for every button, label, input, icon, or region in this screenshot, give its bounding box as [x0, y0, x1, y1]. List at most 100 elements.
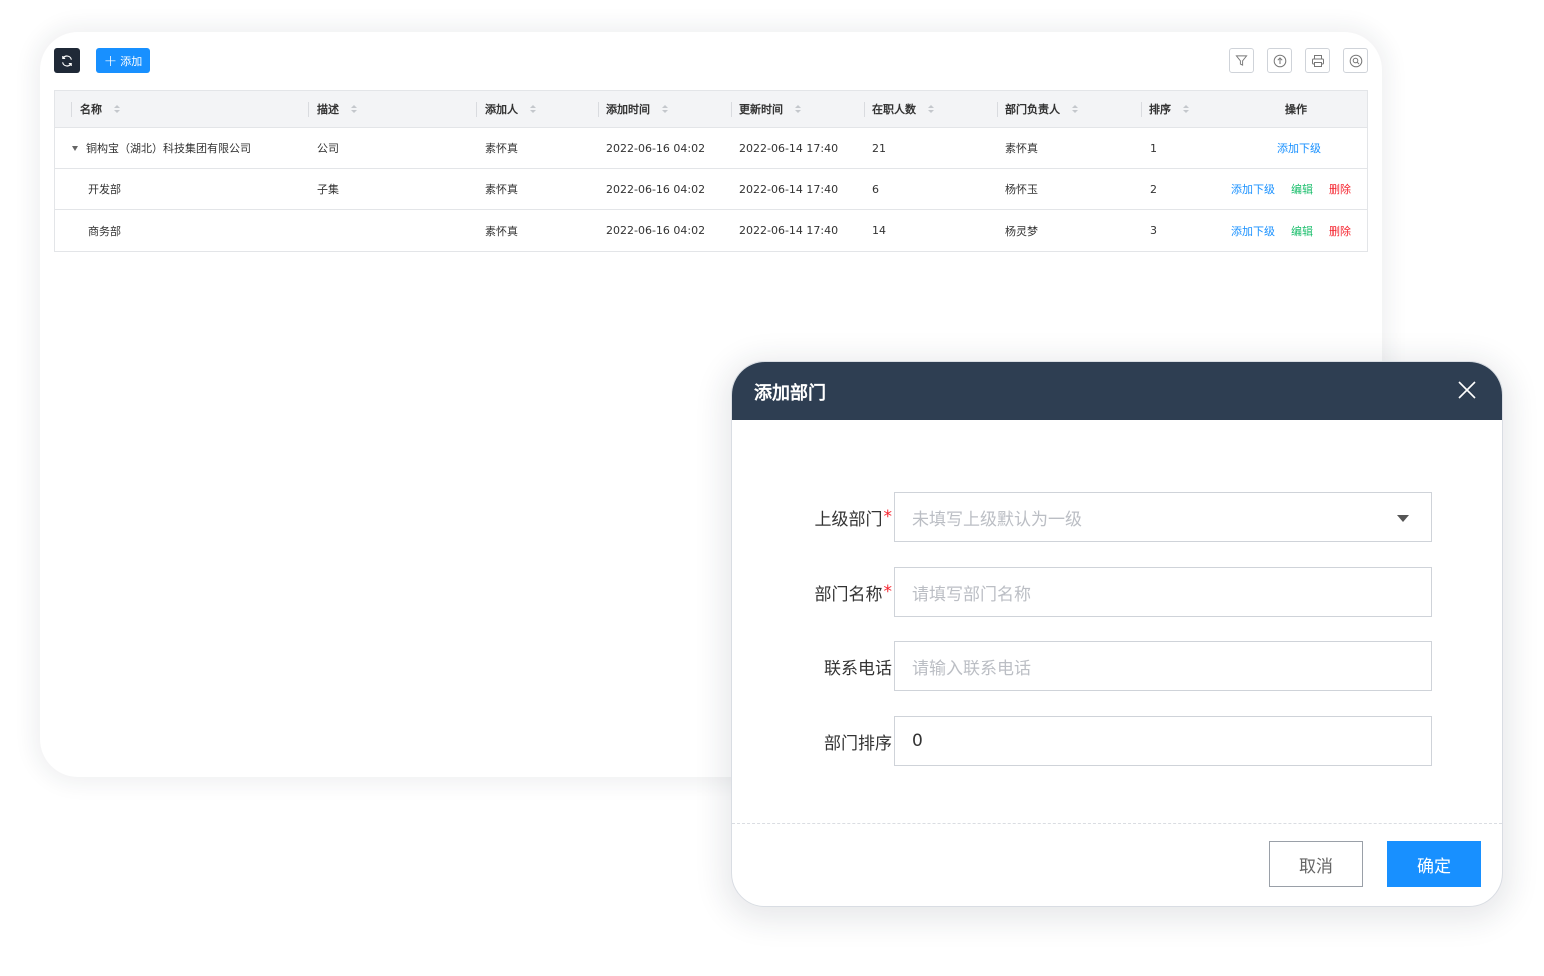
row-leader: 杨灵梦 — [1005, 224, 1038, 238]
header-added-time[interactable]: 添加时间 — [606, 91, 668, 127]
header-divider — [71, 102, 72, 117]
print-button[interactable] — [1305, 48, 1330, 73]
department-name-input[interactable]: 请填写部门名称 — [894, 567, 1432, 617]
search-button[interactable] — [1343, 48, 1368, 73]
sort-icon[interactable] — [1183, 105, 1189, 113]
row-actions: 添加下级 编辑 删除 — [1231, 210, 1367, 251]
form-row-order: 部门排序 0 — [732, 716, 1502, 766]
row-desc: 子集 — [317, 183, 339, 196]
sort-icon[interactable] — [351, 105, 357, 113]
form-row-parent: 上级部门 * 未填写上级默认为一级 — [732, 492, 1502, 542]
row-leader: 素怀真 — [1005, 142, 1038, 155]
sort-icon[interactable] — [1072, 105, 1078, 113]
filter-icon — [1235, 55, 1248, 66]
row-name: 开发部 — [88, 183, 121, 196]
sort-icon[interactable] — [928, 105, 934, 113]
header-divider — [1141, 102, 1142, 117]
table-header: 名称 描述 添加人 添加时间 更新时间 在职人数 部门负责人 排序 操作 — [55, 91, 1367, 128]
parent-department-label: 上级部门 * — [814, 507, 893, 530]
row-leader: 杨怀玉 — [1005, 183, 1038, 196]
row-added-time: 2022-06-16 04:02 — [606, 224, 706, 237]
print-icon — [1311, 54, 1324, 67]
add-child-link[interactable]: 添加下级 — [1231, 181, 1275, 197]
department-name-label: 部门名称 * — [814, 582, 893, 605]
department-order-label: 部门排序 — [824, 733, 892, 754]
edit-link[interactable]: 编辑 — [1291, 181, 1313, 197]
delete-link[interactable]: 删除 — [1329, 223, 1351, 239]
required-mark: * — [883, 507, 893, 527]
add-department-dialog: 添加部门 上级部门 * 未填写上级默认为一级 部门名称 * 请填写部门名称 联系电话… — [731, 361, 1503, 907]
header-order[interactable]: 排序 — [1149, 91, 1189, 127]
dialog-header: 添加部门 — [732, 362, 1502, 420]
table-tools — [1229, 48, 1368, 73]
form-row-phone: 联系电话 请输入联系电话 — [732, 641, 1502, 691]
row-adder: 素怀真 — [485, 224, 518, 238]
export-button[interactable] — [1267, 48, 1292, 73]
row-name: 铜构宝（湖北）科技集团有限公司 — [72, 128, 251, 168]
department-order-input[interactable]: 0 — [894, 716, 1432, 766]
sort-icon[interactable] — [662, 105, 668, 113]
add-child-link[interactable]: 添加下级 — [1277, 140, 1321, 156]
department-order-value: 0 — [912, 731, 923, 751]
header-name[interactable]: 名称 — [80, 91, 120, 127]
contact-phone-input[interactable]: 请输入联系电话 — [894, 641, 1432, 691]
add-child-link[interactable]: 添加下级 — [1231, 223, 1275, 239]
header-divider — [864, 102, 865, 117]
required-mark: * — [883, 582, 893, 602]
row-actions: 添加下级 编辑 删除 — [1231, 169, 1367, 209]
header-adder[interactable]: 添加人 — [485, 91, 536, 127]
row-name: 商务部 — [88, 224, 121, 238]
row-order: 3 — [1150, 224, 1157, 237]
dropdown-arrow-icon — [1397, 515, 1409, 522]
row-adder: 素怀真 — [485, 183, 518, 196]
department-name-placeholder: 请填写部门名称 — [912, 584, 1031, 605]
row-updated-time: 2022-06-14 17:40 — [739, 141, 839, 155]
refresh-icon — [62, 54, 72, 67]
add-button-label: 添加 — [120, 54, 143, 68]
table-toolbar: + 添加 — [54, 48, 1368, 74]
confirm-button[interactable]: 确定 — [1387, 841, 1481, 887]
row-order: 1 — [1150, 141, 1157, 155]
delete-link[interactable]: 删除 — [1329, 181, 1351, 197]
sort-icon[interactable] — [530, 105, 536, 113]
export-icon — [1273, 54, 1286, 67]
row-staff: 21 — [872, 141, 886, 155]
header-actions: 操作 — [1285, 103, 1307, 116]
dialog-footer-divider — [732, 823, 1502, 824]
header-desc[interactable]: 描述 — [317, 91, 357, 127]
parent-department-select[interactable]: 未填写上级默认为一级 — [894, 492, 1432, 542]
row-desc: 公司 — [317, 142, 339, 155]
plus-icon: + — [103, 50, 118, 70]
dialog-title: 添加部门 — [754, 383, 826, 404]
row-updated-time: 2022-06-14 17:40 — [739, 182, 839, 196]
row-actions: 添加下级 — [1277, 128, 1337, 168]
header-divider — [997, 102, 998, 117]
sort-icon[interactable] — [114, 105, 120, 113]
contact-phone-label: 联系电话 — [824, 658, 892, 679]
cancel-button[interactable]: 取消 — [1269, 841, 1363, 887]
header-divider — [598, 102, 599, 117]
close-icon[interactable] — [1456, 379, 1478, 401]
table-row: 开发部 子集 素怀真 2022-06-16 04:02 2022-06-14 1… — [55, 169, 1367, 210]
header-staff[interactable]: 在职人数 — [872, 91, 934, 127]
form-row-name: 部门名称 * 请填写部门名称 — [732, 567, 1502, 617]
search-icon — [1349, 54, 1362, 67]
refresh-button[interactable] — [54, 48, 80, 73]
header-updated-time[interactable]: 更新时间 — [739, 91, 801, 127]
header-leader[interactable]: 部门负责人 — [1005, 91, 1078, 127]
filter-button[interactable] — [1229, 48, 1254, 73]
add-button[interactable]: + 添加 — [96, 48, 150, 73]
expand-caret-icon[interactable] — [72, 145, 78, 151]
row-added-time: 2022-06-16 04:02 — [606, 182, 706, 196]
header-divider — [731, 102, 732, 117]
table-row: 商务部 素怀真 2022-06-16 04:02 2022-06-14 17:4… — [55, 210, 1367, 251]
row-staff: 14 — [872, 224, 886, 237]
row-added-time: 2022-06-16 04:02 — [606, 141, 706, 155]
row-adder: 素怀真 — [485, 142, 518, 155]
header-divider — [308, 102, 309, 117]
parent-department-placeholder: 未填写上级默认为一级 — [912, 509, 1082, 530]
row-staff: 6 — [872, 182, 879, 196]
edit-link[interactable]: 编辑 — [1291, 223, 1313, 239]
contact-phone-placeholder: 请输入联系电话 — [912, 658, 1031, 679]
sort-icon[interactable] — [795, 105, 801, 113]
